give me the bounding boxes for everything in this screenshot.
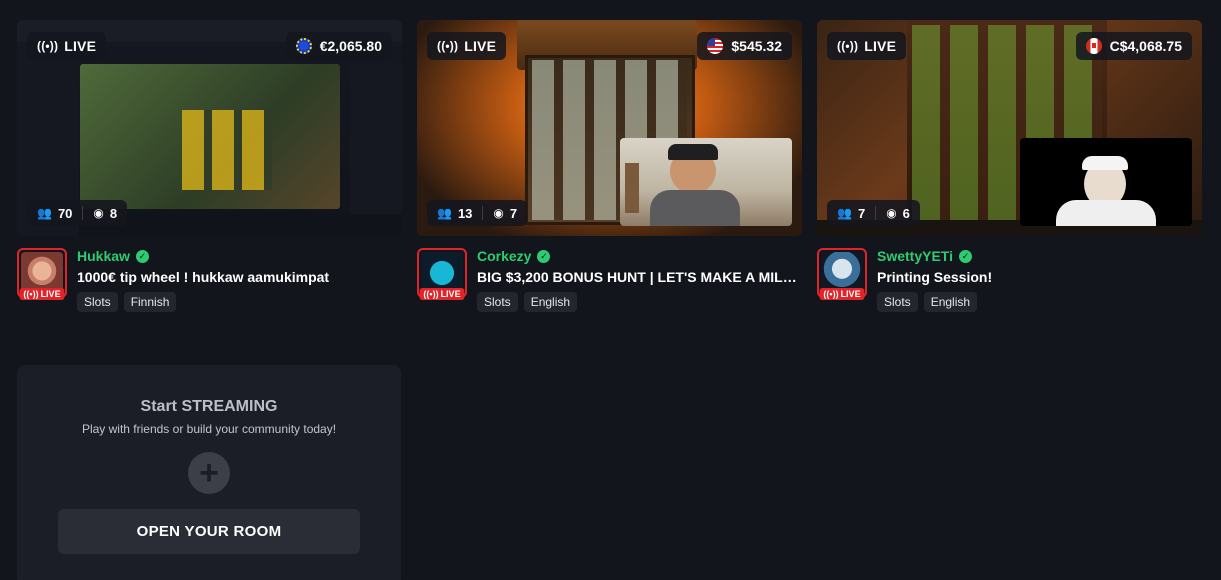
- eye-icon: ◉: [886, 206, 897, 220]
- stream-stats: 👥 13 ◉ 7: [427, 200, 528, 226]
- avatar-live-badge: ((•)) LIVE: [819, 288, 865, 300]
- balance-badge: C$4,068.75: [1075, 32, 1192, 60]
- balance-badge: $545.32: [697, 32, 792, 60]
- streamer-name[interactable]: Corkezy: [477, 248, 531, 264]
- broadcast-icon: ((•)): [37, 39, 59, 53]
- eu-flag-icon: [295, 38, 312, 54]
- players-count: 7: [857, 205, 866, 221]
- stream-meta: ((•)) LIVE SwettyYETi ✓ Printing Session!…: [817, 248, 1202, 312]
- start-streaming-card: Start STREAMING Play with friends or bui…: [17, 365, 401, 580]
- live-label: LIVE: [864, 38, 897, 54]
- broadcast-icon: ((•)): [837, 39, 859, 53]
- divider: [875, 206, 877, 220]
- stream-meta: ((•)) LIVE Hukkaw ✓ 1000€ tip wheel ! huk…: [17, 248, 402, 312]
- verified-icon: ✓: [959, 249, 972, 263]
- tag[interactable]: Slots: [477, 292, 518, 312]
- stream-card-hukkaw[interactable]: ((•)) LIVE €2,065.80 👥 70 ◉ 8 ((•)) LIVE Hu…: [17, 20, 402, 312]
- stream-thumbnail[interactable]: ((•)) LIVE €2,065.80 👥 70 ◉ 8: [17, 20, 402, 236]
- avatar-live-badge: ((•)) LIVE: [19, 288, 65, 300]
- tag[interactable]: Slots: [77, 292, 118, 312]
- players-icon: 👥: [837, 206, 852, 220]
- stream-title[interactable]: BIG $3,200 BONUS HUNT | LET'S MAKE A MIL…: [477, 269, 802, 285]
- stream-stats: 👥 7 ◉ 6: [827, 200, 920, 226]
- stream-title[interactable]: 1000€ tip wheel ! hukkaw aamukimpat: [77, 269, 402, 285]
- divider: [82, 206, 84, 220]
- broadcast-icon: ((•)): [823, 289, 839, 299]
- balance-amount: €2,065.80: [319, 38, 382, 54]
- tag-list: Slots English: [877, 292, 1202, 312]
- eye-icon: ◉: [493, 206, 504, 220]
- tag[interactable]: Finnish: [123, 292, 177, 312]
- tag[interactable]: English: [523, 292, 578, 312]
- divider: [482, 206, 484, 220]
- viewers-count: 6: [902, 205, 910, 221]
- players-count: 70: [57, 205, 73, 221]
- balance-amount: $545.32: [731, 38, 782, 54]
- streamer-webcam: [1020, 138, 1192, 226]
- live-indicator: ((•)) LIVE: [827, 32, 907, 60]
- balance-amount: C$4,068.75: [1109, 38, 1182, 54]
- stream-stats: 👥 70 ◉ 8: [27, 200, 128, 226]
- streamer-name[interactable]: Hukkaw: [77, 248, 130, 264]
- viewers-count: 7: [509, 205, 518, 221]
- tag[interactable]: Slots: [877, 292, 918, 312]
- avatar[interactable]: ((•)) LIVE: [17, 248, 67, 300]
- stream-card-swettyyeti[interactable]: ((•)) LIVE C$4,068.75 👥 7 ◉ 6 ((•)) LIVE Sw…: [817, 20, 1202, 312]
- avatar[interactable]: ((•)) LIVE: [817, 248, 867, 300]
- players-icon: 👥: [437, 206, 452, 220]
- start-streaming-title: Start STREAMING: [140, 398, 278, 415]
- stream-card-corkezy[interactable]: ((•)) LIVE $545.32 👥 13 ◉ 7 ((•)) LIVE Cork…: [417, 20, 802, 312]
- players-count: 13: [457, 205, 473, 221]
- viewers-count: 8: [109, 205, 118, 221]
- verified-icon: ✓: [135, 249, 149, 263]
- stream-meta: ((•)) LIVE Corkezy ✓ BIG $3,200 BONUS HUN…: [417, 248, 802, 312]
- broadcast-icon: ((•)): [423, 289, 439, 299]
- open-your-room-button[interactable]: OPEN YOUR ROOM: [58, 509, 360, 554]
- avatar-live-badge: ((•)) LIVE: [419, 288, 465, 300]
- live-indicator: ((•)) LIVE: [427, 32, 507, 60]
- tag[interactable]: English: [923, 292, 978, 312]
- streamer-name[interactable]: SwettyYETi: [877, 248, 953, 264]
- us-flag-icon: [707, 38, 724, 54]
- verified-icon: ✓: [537, 249, 551, 263]
- tag-list: Slots English: [477, 292, 802, 312]
- tag-list: Slots Finnish: [77, 292, 402, 312]
- avatar[interactable]: ((•)) LIVE: [417, 248, 467, 300]
- live-indicator: ((•)) LIVE: [27, 32, 107, 60]
- stream-title[interactable]: Printing Session!: [877, 269, 1202, 285]
- live-label: LIVE: [64, 38, 97, 54]
- streamer-webcam: [620, 138, 792, 226]
- balance-badge: €2,065.80: [285, 32, 392, 60]
- players-icon: 👥: [37, 206, 52, 220]
- canada-flag-icon: [1085, 38, 1102, 54]
- live-label: LIVE: [464, 38, 497, 54]
- broadcast-icon: ((•)): [23, 289, 39, 299]
- stream-thumbnail[interactable]: ((•)) LIVE $545.32 👥 13 ◉ 7: [417, 20, 802, 236]
- broadcast-icon: ((•)): [437, 39, 459, 53]
- stream-thumbnail[interactable]: ((•)) LIVE C$4,068.75 👥 7 ◉ 6: [817, 20, 1202, 236]
- eye-icon: ◉: [93, 206, 104, 220]
- start-streaming-subtitle: Play with friends or build your communit…: [81, 422, 337, 436]
- plus-icon[interactable]: +: [188, 452, 230, 494]
